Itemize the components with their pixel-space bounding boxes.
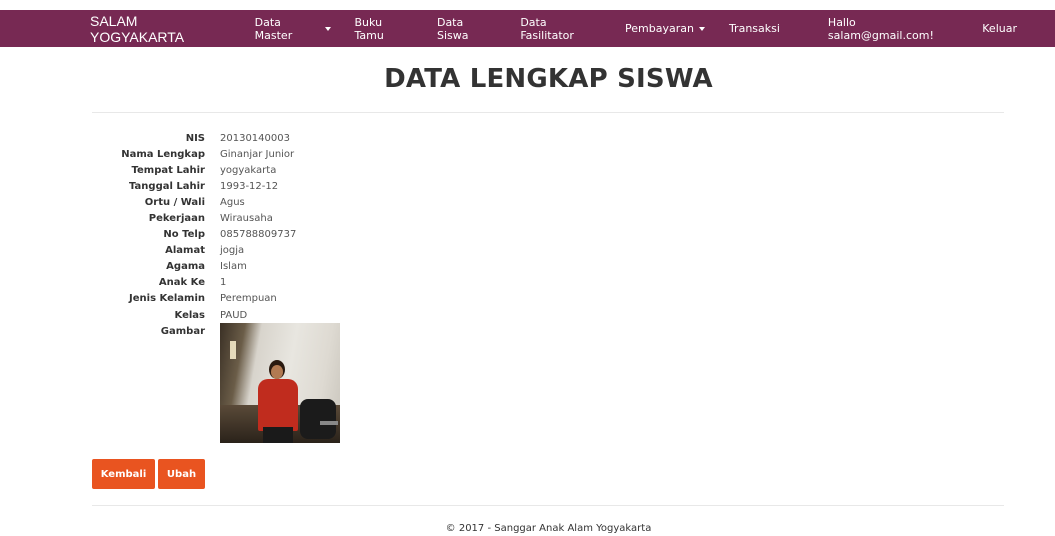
detail-label: Ortu / Wali bbox=[144, 196, 205, 208]
detail-value: Agus bbox=[220, 196, 245, 208]
detail-value: yogyakarta bbox=[220, 164, 277, 176]
photo-light bbox=[230, 341, 236, 360]
nav-transaksi[interactable]: Transaksi bbox=[729, 22, 780, 35]
detail-value: 1993-12-12 bbox=[220, 180, 279, 192]
navbar-right: Hallo salam@gmail.com! Keluar bbox=[804, 16, 1017, 42]
footer-divider bbox=[92, 505, 1004, 506]
photo-motorbike-handle bbox=[320, 421, 338, 426]
detail-row-ortu: Ortu / Wali Agus bbox=[92, 194, 340, 210]
detail-value: jogja bbox=[220, 245, 245, 257]
nav-data-master-label: Data Master bbox=[254, 15, 293, 42]
detail-value: Islam bbox=[220, 261, 247, 273]
photo-person-legs bbox=[263, 427, 293, 444]
detail-value: Wirausaha bbox=[220, 213, 273, 225]
detail-row-gambar: Gambar bbox=[92, 323, 340, 444]
detail-label: No Telp bbox=[163, 229, 205, 241]
detail-label: NIS bbox=[185, 132, 205, 144]
edit-button[interactable]: Ubah bbox=[158, 459, 205, 489]
detail-row-alamat: Alamat jogja bbox=[92, 243, 340, 259]
detail-value: PAUD bbox=[220, 309, 248, 321]
detail-row-jenis-kelamin: Jenis Kelamin Perempuan bbox=[92, 291, 340, 307]
nav-buku-tamu[interactable]: Buku Tamu bbox=[355, 16, 413, 42]
detail-label: Nama Lengkap bbox=[121, 148, 205, 160]
detail-row-nama: Nama Lengkap Ginanjar Junior bbox=[92, 146, 340, 162]
detail-row-anak-ke: Anak Ke 1 bbox=[92, 275, 340, 291]
student-photo bbox=[220, 323, 340, 444]
detail-value: 1 bbox=[220, 277, 227, 289]
action-buttons: Kembali Ubah bbox=[92, 459, 208, 489]
nav-data-siswa[interactable]: Data Siswa bbox=[437, 16, 496, 42]
divider bbox=[92, 112, 1004, 113]
brand-link[interactable]: SALAM YOGYAKARTA bbox=[90, 13, 231, 45]
nav-pembayaran[interactable]: Pembayaran bbox=[625, 22, 705, 35]
photo-person-shirt bbox=[258, 379, 298, 432]
back-button[interactable]: Kembali bbox=[92, 459, 155, 489]
detail-label: Kelas bbox=[174, 309, 205, 321]
detail-row-kelas: Kelas PAUD bbox=[92, 307, 340, 323]
photo-motorbike bbox=[300, 399, 336, 440]
user-greeting[interactable]: Hallo salam@gmail.com! bbox=[828, 16, 958, 42]
detail-label: Agama bbox=[166, 261, 205, 273]
nav-data-master[interactable]: Data Master bbox=[255, 16, 331, 42]
detail-row-tanggal-lahir: Tanggal Lahir 1993-12-12 bbox=[92, 178, 340, 194]
detail-label: Tempat Lahir bbox=[131, 164, 205, 176]
detail-row-tempat-lahir: Tempat Lahir yogyakarta bbox=[92, 162, 340, 178]
detail-value: Perempuan bbox=[220, 293, 277, 305]
detail-label: Jenis Kelamin bbox=[129, 293, 205, 305]
detail-row-pekerjaan: Pekerjaan Wirausaha bbox=[92, 210, 340, 226]
detail-row-agama: Agama Islam bbox=[92, 259, 340, 275]
student-details: NIS 20130140003 Nama Lengkap Ginanjar Juni… bbox=[92, 130, 340, 444]
navbar-container: SALAM YOGYAKARTA Data Master Buku Tamu D… bbox=[90, 10, 1017, 47]
detail-label: Anak Ke bbox=[158, 277, 205, 289]
detail-label: Pekerjaan bbox=[148, 213, 205, 225]
nav-data-fasilitator[interactable]: Data Fasilitator bbox=[520, 16, 601, 42]
top-navbar: SALAM YOGYAKARTA Data Master Buku Tamu D… bbox=[0, 10, 1055, 47]
logout-link[interactable]: Keluar bbox=[982, 22, 1017, 35]
page-title: DATA LENGKAP SISWA bbox=[384, 64, 713, 94]
caret-down-icon bbox=[698, 26, 705, 31]
detail-value: 20130140003 bbox=[220, 132, 290, 144]
detail-value: 085788809737 bbox=[220, 229, 297, 241]
detail-label: Tanggal Lahir bbox=[129, 180, 205, 192]
detail-label: Gambar bbox=[160, 326, 205, 338]
footer-text: © 2017 - Sanggar Anak Alam Yogyakarta bbox=[445, 523, 652, 534]
nav-pembayaran-label: Pembayaran bbox=[625, 22, 694, 35]
caret-down-icon bbox=[324, 26, 331, 31]
detail-value: Ginanjar Junior bbox=[220, 148, 295, 160]
detail-row-telp: No Telp 085788809737 bbox=[92, 227, 340, 243]
detail-row-nis: NIS 20130140003 bbox=[92, 130, 340, 146]
detail-label: Alamat bbox=[165, 245, 205, 257]
